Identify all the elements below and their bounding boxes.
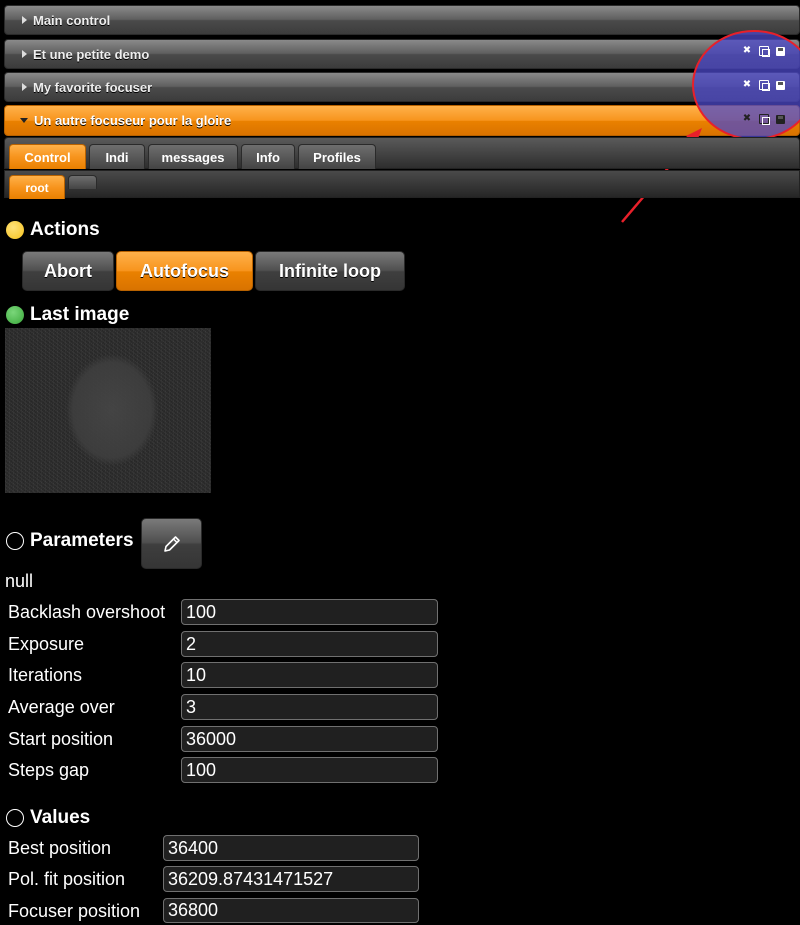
infinite-loop-button[interactable]: Infinite loop (255, 251, 405, 291)
tab-bar: Control Indi messages Info Profiles (4, 137, 800, 169)
tab-info[interactable]: Info (241, 144, 295, 169)
tab-profiles[interactable]: Profiles (298, 144, 376, 169)
button-label: Autofocus (140, 260, 229, 281)
button-label: Abort (44, 260, 92, 281)
annotation-arrow (621, 128, 702, 223)
backlash-overshoot-input[interactable]: 100 (181, 599, 438, 625)
subtab-bar: root (4, 170, 800, 199)
section-title: Actions (30, 219, 100, 240)
actions-heading: Actions (6, 219, 100, 241)
field-label: Best position (8, 837, 112, 858)
parameters-note: null (5, 571, 34, 591)
status-dot-icon (6, 306, 24, 324)
tab-label: messages (161, 149, 225, 165)
average-over-input[interactable]: 3 (181, 694, 438, 720)
focuser-position-value: 36800 (163, 898, 419, 923)
status-dot-icon (6, 809, 24, 827)
field-label: Iterations (8, 664, 83, 685)
field-label: Focuser position (8, 900, 141, 921)
field-label: Start position (8, 728, 114, 749)
field-label: Average over (8, 696, 115, 717)
tab-indi[interactable]: Indi (89, 144, 145, 169)
last-image-heading: Last image (6, 304, 129, 326)
pol-fit-position-value: 36209.87431471527 (163, 866, 419, 892)
field-label: Pol. fit position (8, 868, 126, 889)
pencil-icon (163, 535, 180, 552)
tab-label: Info (256, 149, 280, 165)
field-label: Backlash overshoot (8, 601, 166, 622)
exposure-input[interactable]: 2 (181, 631, 438, 657)
values-heading: Values (6, 807, 90, 829)
best-position-value: 36400 (163, 835, 419, 861)
subtab-root[interactable]: root (9, 175, 65, 199)
subtab-empty[interactable] (68, 175, 97, 189)
autofocus-button[interactable]: Autofocus (116, 251, 253, 291)
iterations-input[interactable]: 10 (181, 662, 438, 688)
button-label: Infinite loop (279, 260, 381, 281)
abort-button[interactable]: Abort (22, 251, 114, 291)
tab-label: Control (24, 149, 71, 165)
subtab-label: root (25, 180, 49, 195)
steps-gap-input[interactable]: 100 (181, 757, 438, 783)
status-dot-icon (6, 221, 24, 239)
tab-label: Profiles (313, 149, 361, 165)
start-position-input[interactable]: 36000 (181, 726, 438, 752)
tab-label: Indi (105, 149, 129, 165)
tab-messages[interactable]: messages (148, 144, 238, 169)
last-image-preview[interactable] (5, 328, 211, 493)
tab-control[interactable]: Control (9, 144, 86, 169)
field-label: Exposure (8, 633, 85, 654)
section-title: Last image (30, 304, 130, 325)
edit-parameters-button[interactable] (141, 518, 202, 569)
status-dot-icon (6, 532, 24, 550)
section-title: Parameters (30, 530, 134, 551)
section-title: Values (30, 807, 91, 828)
parameters-heading: Parameters (6, 530, 134, 552)
field-label: Steps gap (8, 759, 90, 780)
